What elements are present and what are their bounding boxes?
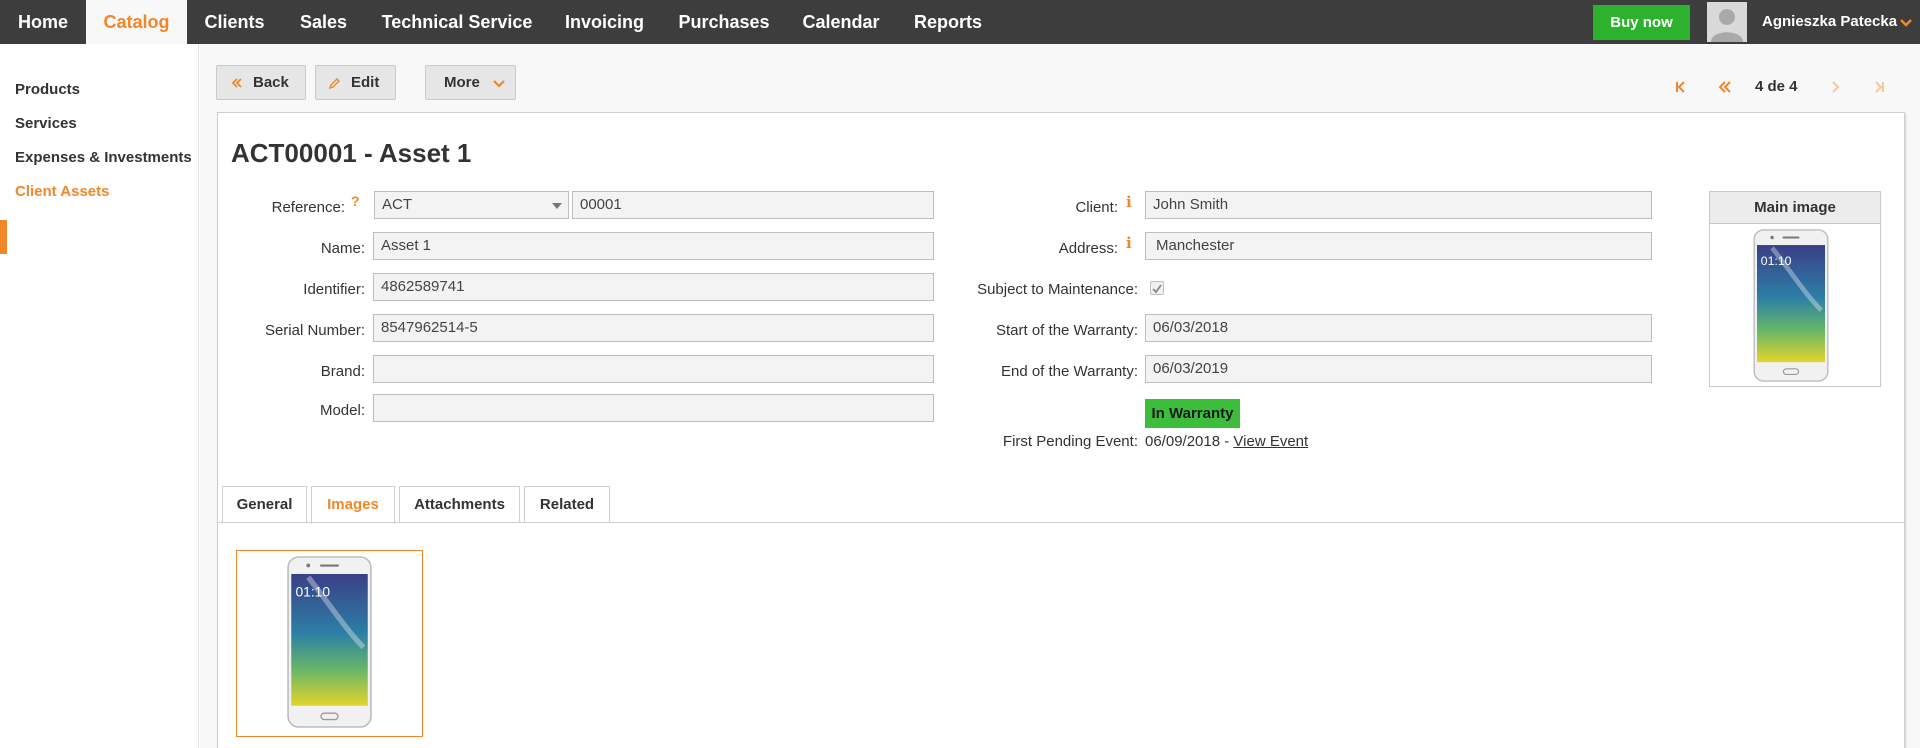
tab-related[interactable]: Related [524, 486, 610, 523]
chevron-down-icon[interactable] [1898, 14, 1914, 30]
identifier-label: Identifier: [303, 281, 365, 298]
nav-reports[interactable]: Reports [894, 0, 1002, 44]
record-card: ACT00001 - Asset 1 Reference: ? ACT 0000… [217, 112, 1906, 748]
name-label: Name: [320, 240, 365, 257]
nav-catalog[interactable]: Catalog [86, 0, 187, 44]
maintenance-checkbox[interactable] [1150, 281, 1164, 295]
page-title: ACT00001 - Asset 1 [231, 138, 472, 168]
info-icon[interactable]: i [1126, 193, 1132, 211]
chevron-down-icon [493, 80, 505, 88]
next-page-icon[interactable] [1827, 79, 1843, 95]
more-button-label: More [444, 74, 480, 91]
client-label: Client: [1075, 199, 1118, 216]
reference-series-select[interactable]: ACT [374, 191, 569, 219]
address-label: Address: [1058, 240, 1118, 257]
warranty-start-label: Start of the Warranty: [996, 322, 1138, 339]
address-field[interactable]: Manchester [1145, 232, 1652, 260]
sidebar-item-services[interactable]: Services [15, 115, 77, 132]
main-phone-image[interactable]: 01:10 [1753, 229, 1829, 382]
nav-home[interactable]: Home [0, 0, 86, 44]
reference-series-value: ACT [382, 196, 412, 213]
pencil-icon [328, 78, 340, 90]
first-page-icon[interactable] [1673, 79, 1689, 95]
nav-clients[interactable]: Clients [187, 0, 282, 44]
brand-label: Brand: [320, 363, 365, 380]
nav-purchases[interactable]: Purchases [660, 0, 788, 44]
serial-number-label: Serial Number: [264, 322, 365, 339]
warranty-end-label: End of the Warranty: [1000, 363, 1138, 380]
first-pending-event-value: 06/09/2018 - View Event [1145, 433, 1308, 450]
warranty-status-badge: In Warranty [1145, 399, 1240, 428]
phone-clock-text: 01:10 [296, 583, 331, 599]
model-label: Model: [319, 402, 365, 419]
last-page-icon[interactable] [1871, 79, 1887, 95]
subject-to-maintenance-label: Subject to Maintenance: [977, 281, 1138, 298]
tab-divider [218, 522, 1906, 523]
image-thumbnail[interactable]: 01:10 [236, 550, 423, 737]
tab-general[interactable]: General [222, 486, 307, 523]
warranty-end-field[interactable]: 06/03/2019 [1145, 355, 1652, 383]
edit-button[interactable]: Edit [315, 65, 396, 100]
tab-attachments[interactable]: Attachments [399, 486, 520, 523]
checkmark-icon [1152, 284, 1162, 294]
sidebar: Products Services Expenses & Investments… [0, 44, 199, 748]
nav-calendar[interactable]: Calendar [788, 0, 894, 44]
nav-invoicing[interactable]: Invoicing [549, 0, 660, 44]
info-icon[interactable]: i [1126, 234, 1132, 252]
help-icon[interactable]: ? [351, 193, 360, 209]
warranty-start-field[interactable]: 06/03/2018 [1145, 314, 1652, 342]
buy-now-button[interactable]: Buy now [1593, 5, 1690, 40]
reference-label: Reference: [271, 199, 345, 216]
sidebar-item-expenses-investments[interactable]: Expenses & Investments [15, 149, 192, 166]
tab-images[interactable]: Images [311, 486, 395, 524]
main-image-header: Main image [1710, 192, 1880, 224]
pending-event-date: 06/09/2018 [1145, 433, 1221, 450]
previous-page-icon[interactable] [1717, 79, 1733, 95]
pending-event-separator: - [1220, 433, 1234, 450]
nav-technical-service[interactable]: Technical Service [365, 0, 549, 44]
avatar[interactable] [1707, 2, 1747, 42]
top-navbar: Home Catalog Clients Sales Technical Ser… [0, 0, 1920, 44]
back-button-label: Back [253, 74, 289, 91]
phone-clock-text: 01:10 [1761, 254, 1792, 268]
user-name[interactable]: Agnieszka Patecka [1762, 0, 1897, 44]
more-button[interactable]: More [425, 65, 516, 100]
back-button[interactable]: Back [216, 65, 306, 100]
first-pending-event-label: First Pending Event: [1002, 433, 1138, 450]
phone-thumbnail-image: 01:10 [287, 556, 372, 728]
pager-position: 4 de 4 [1755, 78, 1798, 95]
view-event-link[interactable]: View Event [1233, 433, 1308, 450]
back-arrow-icon [231, 78, 242, 88]
main-content: Back Edit More 4 de 4 ACT00001 - Asset 1… [200, 44, 1920, 748]
model-field[interactable] [373, 394, 934, 422]
user-silhouette-icon [1711, 9, 1743, 42]
select-arrow-icon [552, 203, 562, 209]
sidebar-active-marker [0, 220, 7, 254]
sidebar-item-products[interactable]: Products [15, 81, 80, 98]
edit-button-label: Edit [351, 74, 380, 91]
sidebar-item-client-assets[interactable]: Client Assets [15, 183, 109, 200]
nav-sales[interactable]: Sales [282, 0, 365, 44]
client-field[interactable]: John Smith [1145, 191, 1652, 219]
main-image-panel: Main image 01:10 [1709, 191, 1881, 387]
